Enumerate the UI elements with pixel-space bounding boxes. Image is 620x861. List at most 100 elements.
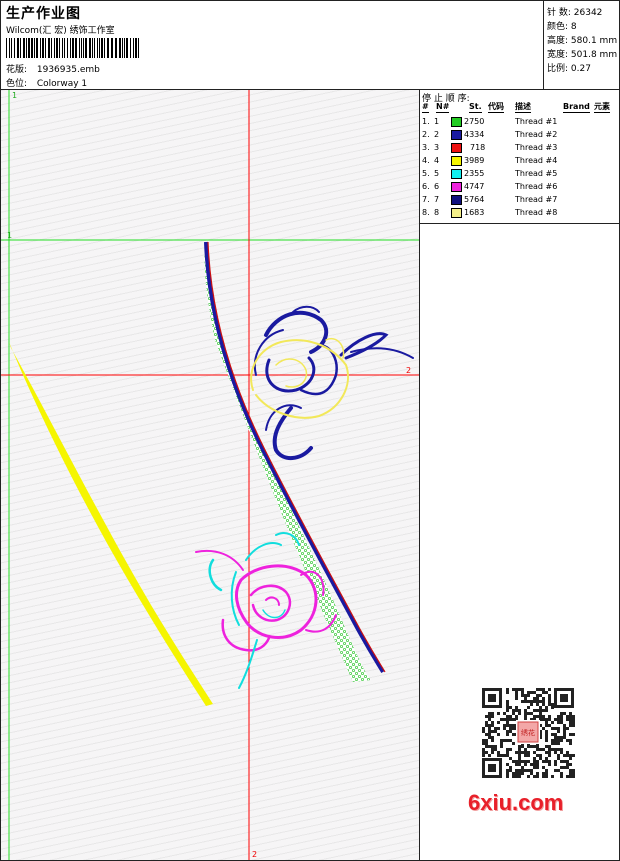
- barcode-bar: [70, 38, 71, 58]
- qr-module: [527, 751, 530, 754]
- qr-module: [563, 730, 566, 733]
- qr-module: [566, 715, 569, 718]
- qr-code-image: 绣花: [472, 682, 584, 786]
- thread-num: 7.: [422, 195, 430, 204]
- qr-module: [545, 730, 548, 733]
- qr-module: [572, 772, 575, 775]
- qr-module: [506, 718, 509, 721]
- qr-module: [569, 763, 572, 766]
- qr-module: [524, 709, 527, 712]
- qr-module: [557, 721, 560, 724]
- qr-module: [518, 757, 521, 760]
- qr-module: [560, 736, 563, 739]
- qr-module: [560, 712, 563, 715]
- qr-module: [512, 688, 515, 691]
- qr-module: [515, 688, 518, 691]
- qr-module: [539, 706, 542, 709]
- qr-module: [512, 709, 515, 712]
- qr-module: [488, 736, 491, 739]
- qr-module: [560, 751, 563, 754]
- thread-desc: Thread #5: [515, 169, 558, 178]
- qr-module: [563, 724, 566, 727]
- qr-module: [566, 751, 569, 754]
- qr-module: [509, 718, 512, 721]
- qr-module: [536, 700, 539, 703]
- thread-row: 1. 1 2750 Thread #1: [420, 116, 619, 129]
- qr-module: [518, 775, 521, 778]
- qr-module: [488, 730, 491, 733]
- barcode-bar: [101, 38, 103, 58]
- qr-seal-text: 绣花: [521, 728, 535, 737]
- qr-module: [569, 742, 572, 745]
- qr-module: [506, 691, 509, 694]
- qr-module: [560, 748, 563, 751]
- qr-module: [488, 724, 491, 727]
- marker-1-left: 1: [7, 231, 12, 240]
- qr-module: [494, 730, 497, 733]
- qr-module: [545, 736, 548, 739]
- stat-scale: 比例: 0.27: [547, 61, 591, 74]
- stat-stitches: 针 数: 26342: [547, 5, 602, 18]
- qr-module: [521, 766, 524, 769]
- barcode-bar: [133, 38, 134, 58]
- stat-width-label: 宽度:: [547, 50, 569, 60]
- qr-module: [494, 727, 497, 730]
- qr-module: [500, 739, 503, 742]
- thread-n: 5: [434, 169, 440, 178]
- barcode-bar: [104, 38, 105, 58]
- barcode-bar: [31, 38, 33, 58]
- upper-flower: [250, 305, 414, 460]
- qr-module: [554, 739, 557, 742]
- qr-module: [506, 763, 509, 766]
- qr-module: [506, 724, 509, 727]
- thread-table-header: # N# St. 代码 描述 Brand 元素: [420, 102, 619, 114]
- qr-module: [548, 697, 551, 700]
- qr-module: [542, 703, 545, 706]
- stat-scale-value: 0.27: [570, 64, 591, 74]
- qr-module: [545, 760, 548, 763]
- barcode-bar: [11, 38, 12, 58]
- qr-module: [503, 739, 506, 742]
- qr-module: [539, 754, 542, 757]
- qr-module: [485, 715, 488, 718]
- qr-module: [488, 745, 491, 748]
- design-file-line: 花版: 1936935.emb: [6, 62, 100, 75]
- qr-module: [512, 742, 515, 745]
- qr-module: [536, 772, 539, 775]
- qr-module: [569, 772, 572, 775]
- qr-module: [518, 709, 521, 712]
- qr-module: [527, 706, 530, 709]
- qr-module: [518, 688, 521, 691]
- thread-stitches: 718: [470, 143, 486, 152]
- production-worksheet: 生产作业图 Wilcom(汇 宏) 绣饰工作室 花版: 1936935.emb …: [0, 0, 620, 861]
- qr-module: [482, 751, 485, 754]
- qr-module: [545, 718, 548, 721]
- qr-module: [482, 739, 485, 742]
- qr-module: [539, 715, 542, 718]
- barcode-bar: [79, 38, 80, 58]
- barcode-bar: [48, 38, 50, 58]
- qr-module: [533, 745, 536, 748]
- qr-module: [563, 733, 566, 736]
- qr-module: [518, 760, 521, 763]
- qr-module: [536, 709, 539, 712]
- qr-module: [521, 769, 524, 772]
- barcode-bar: [72, 38, 74, 58]
- qr-module: [503, 754, 506, 757]
- qr-module: [560, 718, 563, 721]
- qr-module: [509, 724, 512, 727]
- qr-module: [569, 715, 572, 718]
- qr-module: [545, 757, 548, 760]
- qr-module: [542, 748, 545, 751]
- qr-module: [491, 736, 494, 739]
- qr-module: [557, 727, 560, 730]
- qr-module: [512, 724, 515, 727]
- qr-module: [491, 724, 494, 727]
- side-panel-divider: [420, 223, 619, 224]
- site-watermark: 6xiu.com: [468, 790, 564, 815]
- qr-module: [557, 718, 560, 721]
- thread-swatch: [451, 195, 462, 205]
- qr-module: [569, 733, 572, 736]
- qr-module: [482, 727, 485, 730]
- qr-module: [527, 700, 530, 703]
